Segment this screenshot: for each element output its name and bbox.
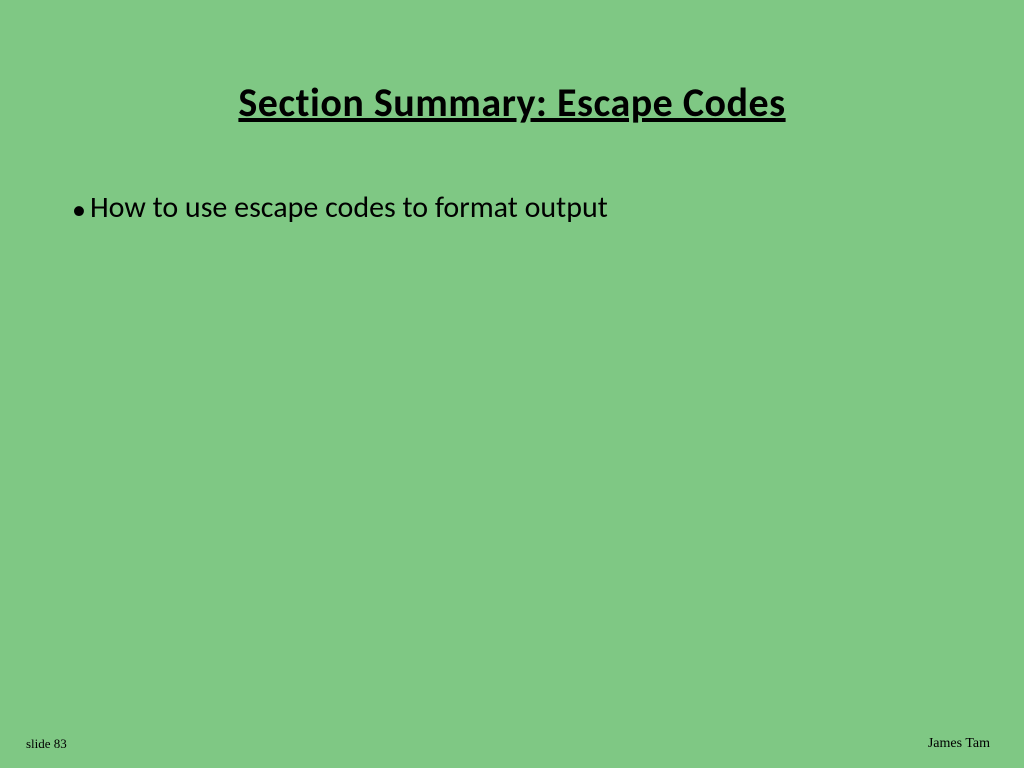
bullet-item: • How to use escape codes to format outp… — [72, 189, 1024, 226]
bullet-list: • How to use escape codes to format outp… — [0, 127, 1024, 226]
bullet-text: How to use escape codes to format output — [90, 189, 608, 226]
author-name: James Tam — [928, 736, 990, 752]
slide-title: Section Summary: Escape Codes — [0, 0, 1024, 127]
bullet-marker-icon: • — [72, 196, 86, 224]
slide-number: slide 83 — [26, 736, 67, 752]
